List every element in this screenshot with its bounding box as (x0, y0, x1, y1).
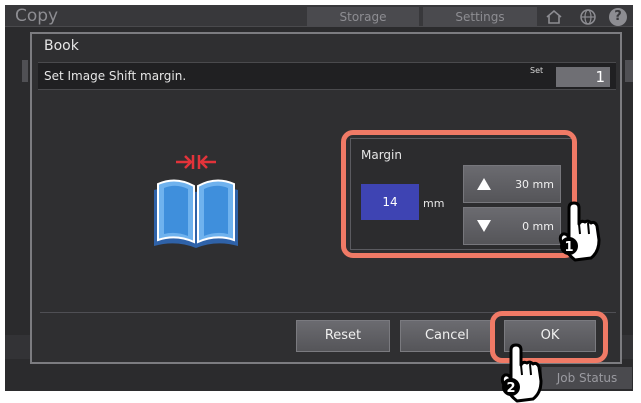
pointing-hand-icon: 2 (500, 343, 543, 403)
book-margin-icon (148, 150, 244, 254)
top-bar: Copy Storage Settings ? (5, 5, 633, 27)
globe-icon[interactable] (579, 8, 597, 26)
step-1-number: 1 (564, 240, 573, 255)
set-label: Set (530, 66, 544, 75)
margin-highlight-callout (341, 130, 577, 258)
set-count: 1 (556, 67, 610, 87)
tab-settings[interactable]: Settings (423, 7, 537, 27)
pointing-hand-icon: 1 (558, 201, 601, 262)
background-panel-edge (625, 60, 633, 82)
step-2-number: 2 (506, 381, 515, 396)
tab-storage[interactable]: Storage (307, 7, 419, 27)
instruction-text: Set Image Shift margin. (44, 69, 187, 83)
home-icon[interactable] (545, 8, 563, 26)
app-title: Copy (15, 6, 59, 26)
reset-button[interactable]: Reset (296, 320, 390, 352)
dialog-title: Book (44, 38, 79, 54)
instruction-bar: Set Image Shift margin. Set 1 (38, 62, 616, 90)
help-icon[interactable]: ? (609, 8, 627, 26)
background-panel-edge (22, 60, 28, 82)
cancel-button[interactable]: Cancel (400, 320, 494, 352)
job-status-button[interactable]: Job Status (542, 367, 632, 389)
